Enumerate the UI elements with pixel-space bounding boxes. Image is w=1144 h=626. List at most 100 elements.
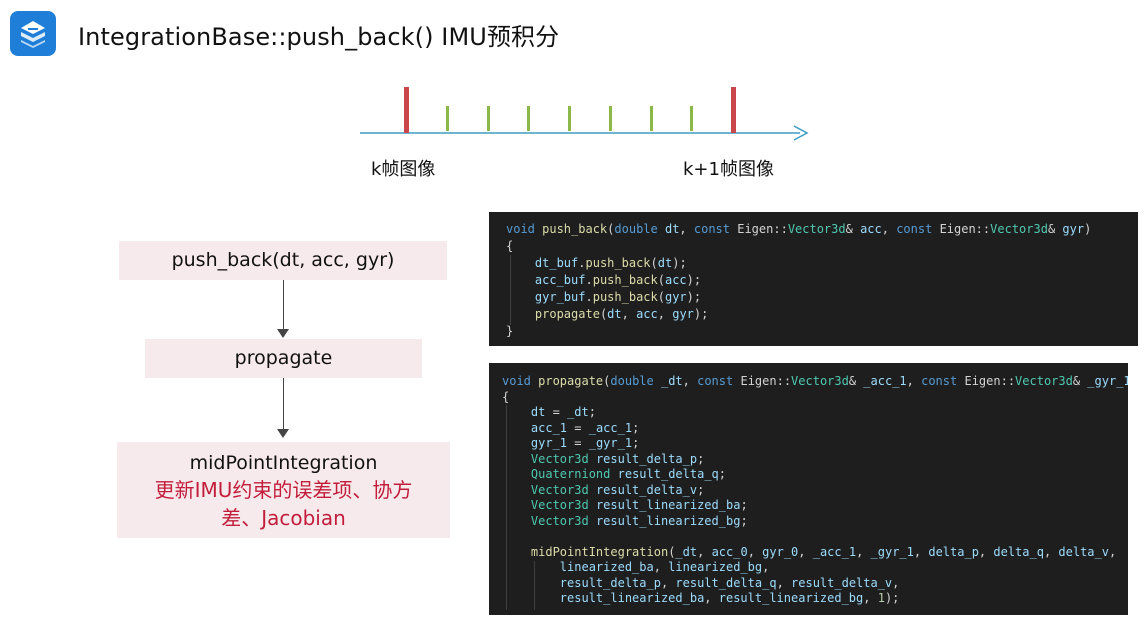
code-token: gyr xyxy=(664,290,687,304)
code-token: void xyxy=(506,222,543,236)
flow-step-midpoint-label: midPointIntegration xyxy=(189,452,378,474)
code-token: , xyxy=(978,544,994,559)
code-line: void propagate(double _dt, const Eigen::… xyxy=(502,374,1128,390)
flow-arrow-1 xyxy=(283,280,284,330)
flow-step-push-back-label: push_back(dt, acc, gyr) xyxy=(171,249,395,271)
code-token: gyr xyxy=(1062,222,1085,236)
code-token: delta_v xyxy=(1058,544,1109,559)
code-token: , xyxy=(657,307,673,321)
frame-k-label: k帧图像 xyxy=(371,159,436,180)
arrow-down-icon xyxy=(277,329,289,338)
code-token: ); xyxy=(686,290,702,304)
code-token: acc xyxy=(636,307,658,321)
code-token: ); xyxy=(693,307,709,321)
code-token: ); xyxy=(686,273,702,287)
code-token: Eigen:: xyxy=(964,374,1016,388)
code-token: midPointIntegration xyxy=(530,544,669,559)
code-token: delta_p xyxy=(928,544,979,559)
indent-guide xyxy=(510,255,511,325)
code-token: result_delta_v xyxy=(791,575,893,590)
code-token: acc_0 xyxy=(711,544,748,559)
code-token: ( xyxy=(657,273,665,287)
code-token: gyr xyxy=(672,307,694,321)
flow-arrow-2 xyxy=(283,378,284,430)
code-token: { xyxy=(506,239,514,253)
code-token: _acc_1 xyxy=(812,544,857,559)
code-token: result_linearized_ba xyxy=(559,591,705,605)
code-line: midPointIntegration(_dt, acc_0, gyr_0, _… xyxy=(502,545,1128,561)
frame-marker-k xyxy=(404,87,409,133)
code-token: Vector3d xyxy=(990,222,1048,236)
code-panel-propagate: void propagate(double _dt, const Eigen::… xyxy=(489,363,1128,615)
code-token: gyr_1 xyxy=(530,436,568,450)
code-token: , xyxy=(776,575,792,590)
imu-marker xyxy=(527,106,530,131)
code-token: linearized_ba xyxy=(559,560,654,574)
code-token: result_delta_q xyxy=(675,575,777,590)
code-token: } xyxy=(506,324,514,338)
code-token: , xyxy=(892,575,900,590)
code-token: acc_buf xyxy=(534,273,586,287)
code-line: propagate(dt, acc, gyr); xyxy=(506,306,1138,323)
code-token: { xyxy=(502,389,510,404)
flow-step-midpoint-note-line1: 更新IMU约束的误差项、协方 xyxy=(154,478,413,502)
code-token: Eigen:: xyxy=(737,222,788,236)
code-line: void push_back(double dt, const Eigen::V… xyxy=(506,221,1138,238)
code-token: dt xyxy=(664,222,680,236)
code-line: { xyxy=(506,238,1138,255)
code-line: Vector3d result_delta_p; xyxy=(502,452,1128,468)
code-token: , xyxy=(660,575,676,590)
code-token: _gyr_1 xyxy=(870,544,914,559)
code-token: ); xyxy=(884,591,900,605)
frame-marker-k1 xyxy=(731,87,736,133)
code-token: ; xyxy=(740,498,748,512)
code-line: Quaterniond result_delta_q; xyxy=(502,467,1128,483)
code-token: result_linearized_bg xyxy=(595,513,741,528)
code-token: , xyxy=(881,222,897,236)
code-line: Vector3d result_delta_v; xyxy=(502,483,1128,499)
code-token: . xyxy=(585,290,593,304)
code-token: dt_buf xyxy=(534,256,579,270)
code-token: _dt xyxy=(567,405,589,419)
code-token: Vector3d xyxy=(530,451,589,466)
code-token: acc xyxy=(860,222,882,236)
code-token: ; xyxy=(697,482,705,497)
code-token: ; xyxy=(740,513,748,528)
code-token: propagate xyxy=(534,307,600,321)
code-token: , xyxy=(697,544,712,559)
code-token: dt xyxy=(607,307,622,321)
code-token: ( xyxy=(657,290,665,304)
code-token: Vector3d xyxy=(1015,374,1073,388)
frame-k1-label: k+1帧图像 xyxy=(683,159,774,180)
code-token: _gyr_1 xyxy=(588,436,633,450)
code-body: void push_back(double dt, const Eigen::V… xyxy=(506,221,1138,340)
code-token: gyr_buf xyxy=(534,290,586,304)
code-token: ; xyxy=(697,451,705,466)
code-line: result_linearized_ba, result_linearized_… xyxy=(502,591,1128,607)
code-line: Vector3d result_linearized_bg; xyxy=(502,514,1128,530)
code-token: Vector3d xyxy=(530,498,589,512)
code-token: , xyxy=(1108,544,1117,559)
flow-step-propagate-label: propagate xyxy=(234,347,333,369)
code-token: ); xyxy=(672,256,687,270)
code-token: Vector3d xyxy=(787,222,846,236)
code-token: const xyxy=(697,374,741,388)
imu-marker xyxy=(650,106,653,131)
code-token: double xyxy=(614,222,665,236)
code-token: result_delta_p xyxy=(595,451,698,466)
code-token: . xyxy=(578,256,586,270)
code-token: acc_1 xyxy=(530,420,568,435)
code-token: . xyxy=(585,273,593,287)
imu-timeline-diagram xyxy=(360,87,809,141)
code-panel-push-back: void push_back(double dt, const Eigen::V… xyxy=(489,212,1138,346)
imu-marker xyxy=(609,106,612,131)
code-token: result_delta_p xyxy=(559,575,661,590)
code-token: gyr_0 xyxy=(762,544,799,559)
code-line: acc_1 = _acc_1; xyxy=(502,421,1128,437)
code-line: result_delta_p, result_delta_q, result_d… xyxy=(502,576,1128,592)
arrow-down-icon xyxy=(277,429,289,438)
